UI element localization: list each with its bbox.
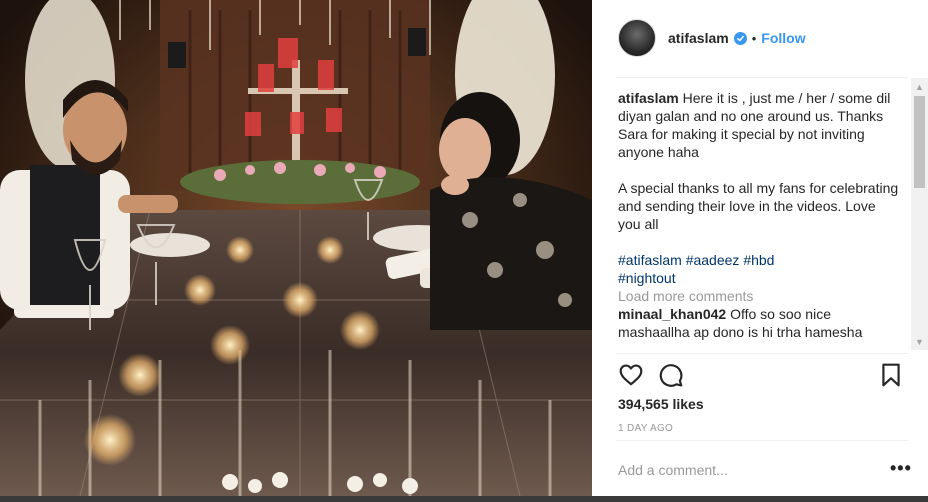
verified-badge-icon bbox=[733, 31, 747, 45]
post-side-panel: atifaslam • Follow atifaslam Here it is … bbox=[592, 0, 928, 496]
comment-item: minaal_khan042 Offo so soo nice mashaall… bbox=[618, 305, 900, 341]
chevron-down-icon[interactable]: ▼ bbox=[911, 333, 928, 350]
photo-illustration bbox=[0, 0, 592, 496]
heart-icon[interactable] bbox=[618, 362, 644, 388]
comment-username[interactable]: minaal_khan042 bbox=[618, 306, 726, 322]
chevron-up-icon[interactable]: ▲ bbox=[911, 78, 928, 95]
caption: atifaslam Here it is , just me / her / s… bbox=[618, 89, 900, 161]
page-bottom-strip bbox=[0, 496, 928, 502]
add-comment-input[interactable]: Add a comment... bbox=[618, 462, 728, 478]
avatar[interactable] bbox=[618, 19, 656, 57]
post-photo[interactable] bbox=[0, 0, 592, 496]
action-bar bbox=[618, 362, 904, 390]
comment-bubble-icon[interactable] bbox=[658, 362, 684, 388]
hashtag-link[interactable]: #aadeez bbox=[686, 252, 740, 268]
header-username[interactable]: atifaslam bbox=[668, 30, 729, 46]
hashtag-list: #atifaslam #aadeez #hbd #nightout bbox=[618, 251, 900, 287]
scrollbar-thumb[interactable] bbox=[914, 96, 925, 188]
post-header: atifaslam • Follow bbox=[618, 18, 908, 58]
comments-scrollbar[interactable]: ▲ ▼ bbox=[911, 78, 928, 350]
hashtag-link[interactable]: #hbd bbox=[743, 252, 774, 268]
hashtag-link[interactable]: #nightout bbox=[618, 270, 676, 286]
header-divider bbox=[616, 77, 908, 78]
comment-input-divider bbox=[616, 440, 908, 441]
bookmark-icon[interactable] bbox=[878, 362, 904, 388]
caption-username[interactable]: atifaslam bbox=[618, 90, 679, 106]
load-more-comments-button[interactable]: Load more comments bbox=[618, 287, 900, 305]
comments-section: atifaslam Here it is , just me / her / s… bbox=[618, 89, 900, 354]
comments-divider bbox=[616, 353, 908, 354]
follow-button[interactable]: Follow bbox=[761, 30, 805, 46]
caption-text-2: A special thanks to all my fans for cele… bbox=[618, 180, 899, 232]
more-options-button[interactable]: ••• bbox=[890, 459, 912, 477]
post-timestamp[interactable]: 1 DAY AGO bbox=[618, 423, 673, 434]
hashtag-link[interactable]: #atifaslam bbox=[618, 252, 682, 268]
likes-count[interactable]: 394,565 likes bbox=[618, 396, 704, 412]
header-separator: • bbox=[751, 30, 757, 46]
